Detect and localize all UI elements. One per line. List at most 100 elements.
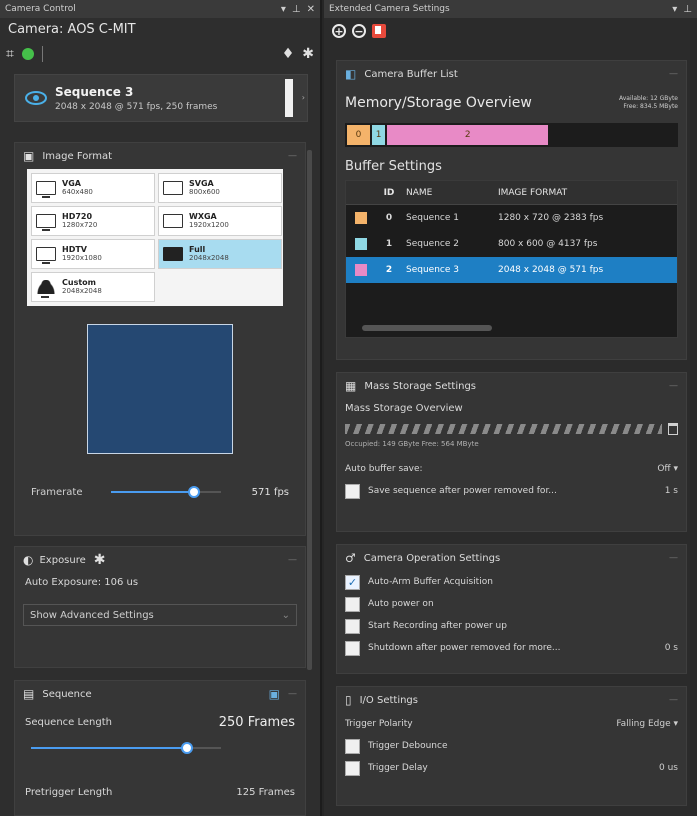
- auto-buffer-save-row: Auto buffer save: Off ▾: [337, 458, 686, 480]
- screen-icon[interactable]: ▣: [269, 687, 280, 701]
- trigger-debounce-checkbox[interactable]: [345, 738, 360, 754]
- panel-title: Extended Camera Settings: [329, 4, 450, 14]
- format-name: HD720: [62, 212, 93, 221]
- trigger-debounce-label: Trigger Debounce: [368, 741, 448, 751]
- trigger-delay-value[interactable]: 0 us: [659, 763, 678, 773]
- format-option-hd720[interactable]: HD720 1280x720: [31, 206, 155, 236]
- format-name: VGA: [62, 179, 81, 188]
- monitor-icon: [163, 214, 183, 228]
- dropdown-icon[interactable]: ▾: [281, 4, 286, 15]
- pretrigger-length-label: Pretrigger Length: [25, 786, 113, 798]
- format-option-hdtv[interactable]: HDTV 1920x1080: [31, 239, 155, 269]
- framerate-slider[interactable]: [111, 485, 221, 499]
- collapse-icon[interactable]: —: [288, 555, 297, 565]
- camera-name: Camera: AOS C-MIT: [8, 22, 136, 37]
- format-option-custom[interactable]: Custom 2048x2048: [31, 272, 155, 302]
- format-grid-empty-cell: [158, 272, 282, 302]
- lightbulb-icon[interactable]: ♦: [282, 46, 295, 62]
- trigger-delay-checkbox[interactable]: [345, 760, 360, 776]
- tools-icon[interactable]: ✱: [302, 46, 314, 62]
- column-id[interactable]: ID: [376, 188, 402, 198]
- save-sequence-value[interactable]: 1 s: [665, 486, 678, 496]
- format-option-full[interactable]: Full 2048x2048: [158, 239, 282, 269]
- column-image-format[interactable]: IMAGE FORMAT: [490, 188, 677, 198]
- table-horizontal-scrollbar[interactable]: [362, 325, 492, 331]
- image-format-header[interactable]: ▣ Image Format —: [15, 143, 305, 169]
- exposure-title: Exposure: [39, 554, 86, 566]
- table-row[interactable]: 2 Sequence 3 2048 x 2048 @ 571 fps: [346, 257, 677, 283]
- active-sequence-card[interactable]: Sequence 3 2048 x 2048 @ 571 fps, 250 fr…: [14, 74, 308, 122]
- framerate-row: Framerate 571 fps: [15, 482, 305, 502]
- close-icon[interactable]: ✕: [307, 4, 315, 15]
- operation-option-row: ✓ Auto-Arm Buffer Acquisition: [337, 571, 686, 593]
- collapse-icon[interactable]: —: [288, 689, 297, 699]
- save-sequence-label: Save sequence after power removed for...: [368, 486, 557, 496]
- option-checkbox[interactable]: [345, 596, 360, 612]
- image-preview[interactable]: [87, 324, 233, 454]
- io-icon: ▯: [345, 693, 352, 707]
- sequence-header[interactable]: ▤ Sequence ▣ —: [15, 681, 305, 707]
- format-option-vga[interactable]: VGA 640x480: [31, 173, 155, 203]
- buffer-image-format: 2048 x 2048 @ 571 fps: [498, 265, 604, 275]
- add-icon[interactable]: +: [332, 24, 346, 38]
- buffer-name: Sequence 1: [406, 213, 459, 223]
- framerate-slider-handle[interactable]: [187, 486, 200, 498]
- trash-icon[interactable]: [668, 423, 678, 435]
- sequence-scrollbar[interactable]: [285, 79, 293, 117]
- buffer-list-title: Camera Buffer List: [364, 68, 458, 80]
- format-resolution: 1280x720: [62, 221, 98, 229]
- network-icon[interactable]: ⌗: [6, 46, 14, 62]
- left-panel-scrollbar[interactable]: [307, 150, 312, 670]
- pin-icon[interactable]: ⊥: [683, 4, 692, 15]
- collapse-icon[interactable]: —: [669, 69, 678, 79]
- column-name[interactable]: NAME: [402, 188, 490, 198]
- auto-buffer-save-dropdown[interactable]: Off ▾: [657, 464, 678, 474]
- sequence-length-slider-handle[interactable]: [180, 742, 193, 754]
- buffer-list-header[interactable]: ◧ Camera Buffer List —: [337, 61, 686, 87]
- collapse-icon[interactable]: —: [669, 381, 678, 391]
- table-row[interactable]: 1 Sequence 2 800 x 600 @ 4137 fps: [346, 231, 677, 257]
- memory-segment-1[interactable]: 1: [372, 125, 386, 145]
- option-value[interactable]: 0 s: [665, 643, 678, 653]
- advanced-settings-label: Show Advanced Settings: [30, 609, 154, 621]
- option-checkbox[interactable]: ✓: [345, 574, 360, 590]
- remove-icon[interactable]: −: [352, 24, 366, 38]
- table-row[interactable]: 0 Sequence 1 1280 x 720 @ 2383 fps: [346, 205, 677, 231]
- memory-segment-2[interactable]: 2: [387, 125, 549, 145]
- magic-wand-icon[interactable]: ✱: [94, 552, 106, 568]
- dropdown-icon[interactable]: ▾: [672, 4, 677, 15]
- image-format-title: Image Format: [42, 150, 113, 162]
- camera-operation-header[interactable]: ♂ Camera Operation Settings —: [337, 545, 686, 571]
- pin-icon[interactable]: ⊥: [292, 4, 301, 15]
- io-settings-header[interactable]: ▯ I/O Settings —: [337, 687, 686, 713]
- exposure-header[interactable]: ◐ Exposure ✱ —: [15, 547, 305, 573]
- sequence-length-slider[interactable]: [31, 741, 221, 755]
- buffer-name: Sequence 3: [406, 265, 459, 275]
- save-sequence-checkbox[interactable]: [345, 483, 360, 499]
- format-option-svga[interactable]: SVGA 800x600: [158, 173, 282, 203]
- monitor-icon: [163, 181, 183, 195]
- trigger-polarity-dropdown[interactable]: Falling Edge ▾: [616, 719, 678, 729]
- extended-settings-titlebar: Extended Camera Settings ▾ ⊥: [324, 0, 697, 18]
- trigger-delay-label: Trigger Delay: [368, 763, 428, 773]
- format-option-wxga[interactable]: WXGA 1920x1200: [158, 206, 282, 236]
- image-icon: ▣: [23, 149, 35, 163]
- memory-segment-0[interactable]: 0: [347, 125, 371, 145]
- exposure-section: ◐ Exposure ✱ — Auto Exposure: 106 us Sho…: [14, 546, 306, 668]
- chevron-right-icon[interactable]: ›: [302, 93, 305, 102]
- collapse-icon[interactable]: —: [288, 151, 297, 161]
- collapse-icon[interactable]: —: [669, 695, 678, 705]
- format-resolution: 1920x1200: [189, 221, 229, 229]
- mass-storage-header[interactable]: ▦ Mass Storage Settings —: [337, 373, 686, 399]
- option-checkbox[interactable]: [345, 640, 360, 656]
- occupied-text: Occupied: 149 GByte Free: 564 MByte: [345, 440, 479, 448]
- save-sequence-row: Save sequence after power removed for...…: [337, 480, 686, 502]
- advanced-settings-dropdown[interactable]: Show Advanced Settings ⌄: [23, 604, 297, 626]
- monitor-icon: [36, 247, 56, 264]
- collapse-icon[interactable]: —: [669, 553, 678, 563]
- export-icon[interactable]: [372, 24, 386, 38]
- buffer-table-header: ID NAME IMAGE FORMAT: [346, 181, 677, 205]
- extended-settings-panel: Extended Camera Settings ▾ ⊥ + − ◧ Camer…: [324, 0, 697, 816]
- camera-operation-icon: ♂: [345, 551, 356, 565]
- option-checkbox[interactable]: [345, 618, 360, 634]
